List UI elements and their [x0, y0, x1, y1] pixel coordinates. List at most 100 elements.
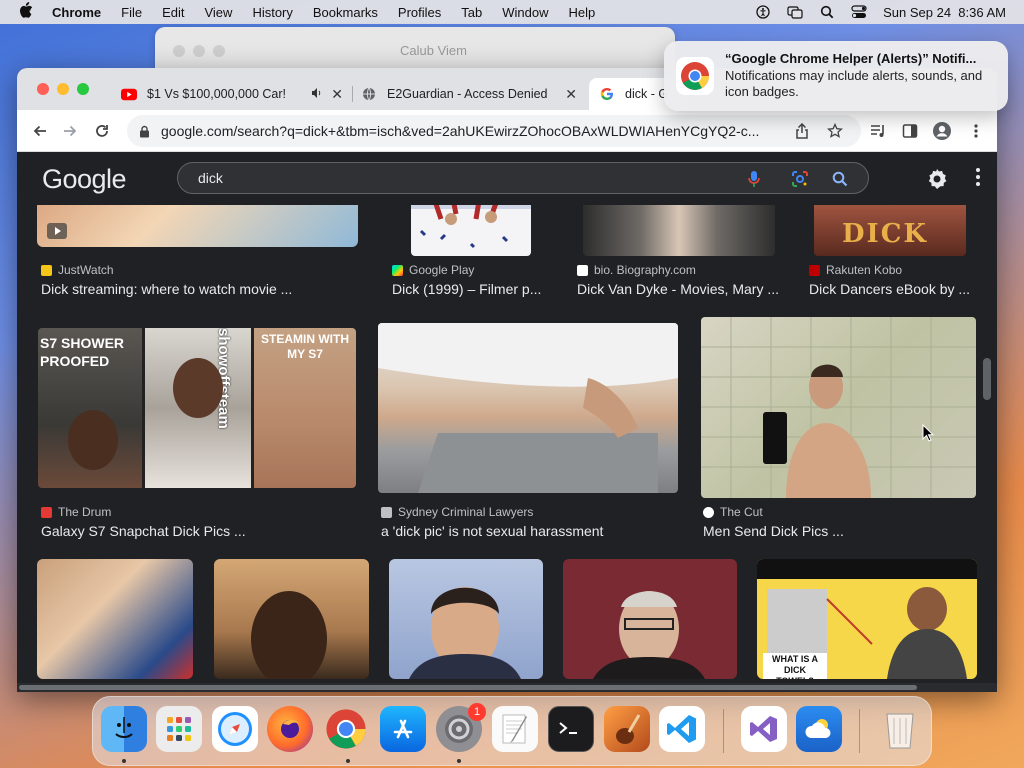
- google-icon: [599, 86, 615, 102]
- result-source[interactable]: Rakuten Kobo: [809, 263, 902, 277]
- trash-icon[interactable]: [877, 706, 923, 752]
- app-store-icon[interactable]: [380, 706, 426, 752]
- result-image[interactable]: WHAT IS A DICK TOWEL?: [757, 559, 977, 679]
- running-indicator: [457, 759, 461, 763]
- vertical-scrollbar[interactable]: [983, 358, 991, 400]
- bookmark-star-icon[interactable]: [827, 122, 843, 144]
- result-title[interactable]: a 'dick pic' is not sexual harassment: [381, 523, 603, 539]
- close-tab-icon[interactable]: ✕: [565, 86, 577, 103]
- google-images-page: DICK JustWatch Dick streaming: where to …: [17, 153, 997, 692]
- minimize-window-button[interactable]: [57, 83, 69, 95]
- visual-studio-icon[interactable]: [741, 706, 787, 752]
- chrome-dock-icon[interactable]: [323, 706, 369, 752]
- forward-button[interactable]: [59, 120, 81, 142]
- search-icon[interactable]: [830, 169, 850, 189]
- result-source[interactable]: Google Play: [392, 263, 474, 277]
- result-source[interactable]: The Cut: [703, 505, 763, 519]
- menu-edit[interactable]: Edit: [162, 5, 184, 20]
- textedit-icon[interactable]: [492, 706, 538, 752]
- result-image[interactable]: [378, 323, 678, 493]
- google-lens-icon[interactable]: [790, 169, 810, 189]
- share-icon[interactable]: [795, 122, 809, 144]
- result-title[interactable]: Dick (1999) – Filmer p...: [392, 281, 541, 297]
- dock: [92, 696, 932, 766]
- reload-button[interactable]: [91, 120, 113, 142]
- terminal-icon[interactable]: [548, 706, 594, 752]
- result-image[interactable]: [563, 559, 737, 679]
- horizontal-scrollbar[interactable]: [17, 683, 997, 692]
- result-image[interactable]: [214, 559, 369, 679]
- sydney-criminal-lawyers-icon: [381, 506, 392, 518]
- tab-title: $1 Vs $100,000,000 Car!: [147, 87, 286, 101]
- result-image[interactable]: [389, 559, 543, 679]
- result-title[interactable]: Dick Dancers eBook by ...: [809, 281, 970, 297]
- safari-icon[interactable]: [212, 706, 258, 752]
- launchpad-icon[interactable]: [156, 706, 202, 752]
- profile-avatar-icon[interactable]: [931, 120, 953, 142]
- spotlight-search-icon[interactable]: [819, 5, 835, 19]
- google-logo[interactable]: Google: [42, 164, 127, 195]
- biography-icon: [577, 264, 588, 276]
- close-tab-icon[interactable]: ✕: [331, 86, 343, 103]
- apps-menu-icon[interactable]: [975, 167, 983, 191]
- lock-icon[interactable]: [139, 125, 153, 138]
- tab-youtube[interactable]: $1 Vs $100,000,000 Car! ✕: [113, 78, 353, 110]
- menu-window[interactable]: Window: [502, 5, 548, 20]
- google-search-box[interactable]: dick: [177, 162, 869, 194]
- back-button[interactable]: [29, 120, 51, 142]
- screen-mirror-icon[interactable]: [787, 5, 803, 19]
- background-window-controls: [173, 45, 225, 57]
- result-image[interactable]: [37, 559, 193, 679]
- accessibility-icon[interactable]: [755, 5, 771, 19]
- menu-help[interactable]: Help: [569, 5, 596, 20]
- zoom-window-button[interactable]: [77, 83, 89, 95]
- notification-badge: 1: [468, 703, 486, 721]
- result-source[interactable]: bio. Biography.com: [577, 263, 696, 277]
- browser-toolbar: google.com/search?q=dick+&tbm=isch&ved=2…: [17, 110, 997, 152]
- url-text[interactable]: google.com/search?q=dick+&tbm=isch&ved=2…: [161, 123, 791, 139]
- result-title[interactable]: Dick Van Dyke - Movies, Mary ...: [577, 281, 779, 297]
- tab-e2guardian[interactable]: E2Guardian - Access Denied ✕: [353, 78, 587, 110]
- rakuten-kobo-icon: [809, 264, 820, 276]
- menu-profiles[interactable]: Profiles: [398, 5, 441, 20]
- result-title[interactable]: Galaxy S7 Snapchat Dick Pics ...: [41, 523, 246, 539]
- settings-gear-icon[interactable]: [925, 167, 949, 191]
- media-control-icon[interactable]: [868, 120, 890, 142]
- menu-bookmarks[interactable]: Bookmarks: [313, 5, 378, 20]
- close-window-button[interactable]: [37, 83, 49, 95]
- menu-bar: Chrome File Edit View History Bookmarks …: [0, 0, 1024, 24]
- menubar-clock[interactable]: Sun Sep 24 8:36 AM: [883, 5, 1006, 20]
- menu-tab[interactable]: Tab: [461, 5, 482, 20]
- notification-banner[interactable]: “Google Chrome Helper (Alerts)” Notifi..…: [664, 41, 1008, 111]
- result-source[interactable]: JustWatch: [41, 263, 114, 277]
- dock-separator: [859, 709, 860, 753]
- result-image[interactable]: [701, 317, 976, 498]
- result-source[interactable]: Sydney Criminal Lawyers: [381, 505, 533, 519]
- result-image[interactable]: S7 SHOWER PROOFED STEAMIN WITH MY S7 sho…: [38, 328, 356, 488]
- firefox-icon[interactable]: [267, 706, 313, 752]
- vscode-icon[interactable]: [659, 706, 705, 752]
- tab-title: E2Guardian - Access Denied: [387, 87, 548, 101]
- running-indicator: [346, 759, 350, 763]
- menu-file[interactable]: File: [121, 5, 142, 20]
- voice-search-icon[interactable]: [744, 169, 764, 189]
- menu-app-name[interactable]: Chrome: [52, 5, 101, 20]
- result-title[interactable]: Men Send Dick Pics ...: [703, 523, 844, 539]
- garageband-icon[interactable]: [604, 706, 650, 752]
- result-source[interactable]: The Drum: [41, 505, 111, 519]
- the-drum-icon: [41, 506, 52, 518]
- side-panel-icon[interactable]: [899, 120, 921, 142]
- chrome-menu-icon[interactable]: [965, 120, 987, 142]
- weather-icon[interactable]: [796, 706, 842, 752]
- finder-icon[interactable]: [101, 706, 147, 752]
- menu-history[interactable]: History: [252, 5, 292, 20]
- search-input[interactable]: dick: [198, 170, 223, 186]
- apple-menu-icon[interactable]: [0, 2, 52, 22]
- address-bar[interactable]: google.com/search?q=dick+&tbm=isch&ved=2…: [127, 115, 861, 147]
- thumb-text-s7-left: S7 SHOWER PROOFED: [40, 335, 125, 369]
- control-center-icon[interactable]: [851, 5, 867, 19]
- speaker-icon[interactable]: [311, 87, 323, 102]
- menu-view[interactable]: View: [204, 5, 232, 20]
- result-title[interactable]: Dick streaming: where to watch movie ...: [41, 281, 292, 297]
- horizontal-scrollbar-thumb[interactable]: [19, 685, 917, 690]
